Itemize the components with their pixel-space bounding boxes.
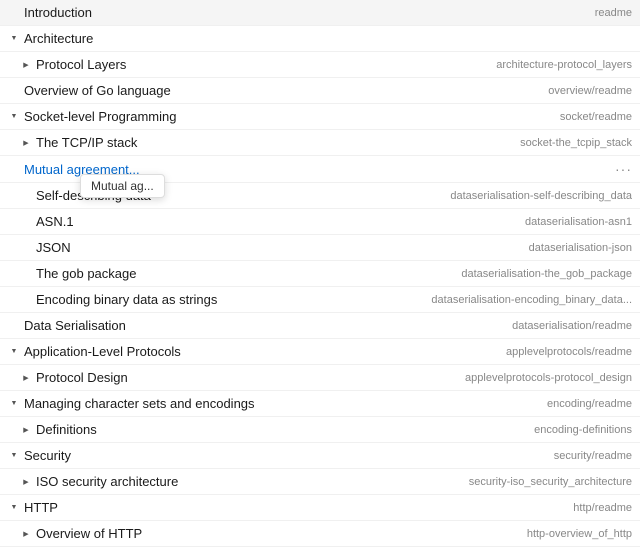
nav-item-left-introduction: Introduction bbox=[8, 5, 587, 20]
nav-item-iso-security[interactable]: ISO security architecture security-iso_se… bbox=[0, 469, 640, 495]
nav-item-route-gob: dataserialisation-the_gob_package bbox=[461, 268, 632, 280]
nav-item-label-protocol-layers: Protocol Layers bbox=[36, 57, 126, 72]
nav-item-left-overview-http: Overview of HTTP bbox=[20, 526, 519, 541]
nav-item-label-architecture: Architecture bbox=[24, 31, 93, 46]
nav-item-left-app-level: Application-Level Protocols bbox=[8, 344, 498, 359]
nav-item-overview-go[interactable]: Overview of Go language overview/readme bbox=[0, 78, 640, 104]
nav-item-route-data-serialisation: dataserialisation/readme bbox=[512, 320, 632, 332]
chevron-right-icon[interactable] bbox=[20, 476, 32, 488]
nav-item-route-managing-charsets: encoding/readme bbox=[547, 398, 632, 410]
chevron-right-icon[interactable] bbox=[20, 372, 32, 384]
chevron-down-icon[interactable] bbox=[8, 33, 20, 45]
nav-item-label-json: JSON bbox=[36, 240, 71, 255]
nav-item-left-socket-level: Socket-level Programming bbox=[8, 109, 552, 124]
nav-item-route-iso-security: security-iso_security_architecture bbox=[469, 476, 632, 488]
nav-item-http[interactable]: HTTP http/readme bbox=[0, 495, 640, 521]
nav-item-gob[interactable]: The gob package dataserialisation-the_gob… bbox=[0, 261, 640, 287]
nav-item-label-iso-security: ISO security architecture bbox=[36, 474, 178, 489]
nav-item-left-asn1: ASN.1 bbox=[20, 214, 517, 229]
nav-item-left-security: Security bbox=[8, 448, 546, 463]
chevron-down-icon[interactable] bbox=[8, 398, 20, 410]
nav-item-label-security: Security bbox=[24, 448, 71, 463]
nav-item-managing-charsets[interactable]: Managing character sets and encodings enc… bbox=[0, 391, 640, 417]
nav-item-left-protocol-layers: Protocol Layers bbox=[20, 57, 488, 72]
nav-item-label-data-serialisation: Data Serialisation bbox=[24, 318, 126, 333]
nav-item-definitions[interactable]: Definitions encoding-definitions bbox=[0, 417, 640, 443]
nav-item-route-tcpip: socket-the_tcpip_stack bbox=[520, 137, 632, 149]
nav-item-label-gob: The gob package bbox=[36, 266, 136, 281]
nav-item-left-data-serialisation: Data Serialisation bbox=[8, 318, 504, 333]
nav-item-label-introduction: Introduction bbox=[24, 5, 92, 20]
nav-item-route-overview-http: http-overview_of_http bbox=[527, 528, 632, 540]
navigation-list: Introduction readme Architecture Protocol L… bbox=[0, 0, 640, 547]
nav-item-label-overview-go: Overview of Go language bbox=[24, 83, 171, 98]
nav-item-asn1[interactable]: ASN.1 dataserialisation-asn1 bbox=[0, 209, 640, 235]
nav-item-introduction[interactable]: Introduction readme bbox=[0, 0, 640, 26]
nav-item-architecture[interactable]: Architecture bbox=[0, 26, 640, 52]
nav-item-left-managing-charsets: Managing character sets and encodings bbox=[8, 396, 539, 411]
chevron-right-icon[interactable] bbox=[20, 137, 32, 149]
nav-item-route-self-describing: dataserialisation-self-describing_data bbox=[450, 190, 632, 202]
chevron-right-icon[interactable] bbox=[20, 424, 32, 436]
nav-item-app-level[interactable]: Application-Level Protocols applevelproto… bbox=[0, 339, 640, 365]
chevron-down-icon[interactable] bbox=[8, 111, 20, 123]
nav-item-label-overview-http: Overview of HTTP bbox=[36, 526, 142, 541]
nav-item-left-architecture: Architecture bbox=[8, 31, 624, 46]
nav-item-route-protocol-design: applevelprotocols-protocol_design bbox=[465, 372, 632, 384]
nav-item-left-definitions: Definitions bbox=[20, 422, 526, 437]
chevron-down-icon[interactable] bbox=[8, 346, 20, 358]
nav-item-label-socket-level: Socket-level Programming bbox=[24, 109, 176, 124]
chevron-down-icon[interactable] bbox=[8, 502, 20, 514]
chevron-right-icon[interactable] bbox=[20, 528, 32, 540]
nav-item-route-introduction: readme bbox=[595, 7, 632, 19]
nav-item-route-json: dataserialisation-json bbox=[529, 242, 632, 254]
nav-item-label-definitions: Definitions bbox=[36, 422, 97, 437]
nav-item-label-protocol-design: Protocol Design bbox=[36, 370, 128, 385]
nav-item-route-overview-go: overview/readme bbox=[548, 85, 632, 97]
nav-item-protocol-layers[interactable]: Protocol Layers architecture-protocol_lay… bbox=[0, 52, 640, 78]
chevron-right-icon[interactable] bbox=[20, 59, 32, 71]
nav-item-label-asn1: ASN.1 bbox=[36, 214, 74, 229]
nav-item-left-gob: The gob package bbox=[20, 266, 453, 281]
nav-item-label-managing-charsets: Managing character sets and encodings bbox=[24, 396, 255, 411]
nav-item-label-tcpip: The TCP/IP stack bbox=[36, 135, 137, 150]
nav-item-route-socket-level: socket/readme bbox=[560, 111, 632, 123]
nav-item-tcpip[interactable]: The TCP/IP stack socket-the_tcpip_stack bbox=[0, 130, 640, 156]
nav-item-route-mutual-agreement: ··· bbox=[615, 161, 632, 177]
nav-item-label-encoding-binary: Encoding binary data as strings bbox=[36, 292, 217, 307]
nav-item-route-app-level: applevelprotocols/readme bbox=[506, 346, 632, 358]
nav-item-left-http: HTTP bbox=[8, 500, 565, 515]
nav-item-route-definitions: encoding-definitions bbox=[534, 424, 632, 436]
nav-item-mutual-agreement[interactable]: Mutual agreement...Mutual ag...··· bbox=[0, 156, 640, 183]
nav-item-route-encoding-binary: dataserialisation-encoding_binary_data..… bbox=[431, 294, 632, 306]
chevron-down-icon[interactable] bbox=[8, 450, 20, 462]
nav-item-label-http: HTTP bbox=[24, 500, 58, 515]
nav-item-left-iso-security: ISO security architecture bbox=[20, 474, 461, 489]
nav-item-left-mutual-agreement: Mutual agreement...Mutual ag... bbox=[8, 162, 615, 177]
nav-item-route-protocol-layers: architecture-protocol_layers bbox=[496, 59, 632, 71]
nav-item-data-serialisation[interactable]: Data Serialisation dataserialisation/read… bbox=[0, 313, 640, 339]
nav-item-label-app-level: Application-Level Protocols bbox=[24, 344, 181, 359]
nav-item-socket-level[interactable]: Socket-level Programming socket/readme bbox=[0, 104, 640, 130]
nav-item-protocol-design[interactable]: Protocol Design applevelprotocols-protoco… bbox=[0, 365, 640, 391]
nav-item-encoding-binary[interactable]: Encoding binary data as strings dataseria… bbox=[0, 287, 640, 313]
nav-item-left-encoding-binary: Encoding binary data as strings bbox=[20, 292, 423, 307]
nav-item-left-overview-go: Overview of Go language bbox=[8, 83, 540, 98]
nav-item-left-tcpip: The TCP/IP stack bbox=[20, 135, 512, 150]
nav-item-route-security: security/readme bbox=[554, 450, 632, 462]
nav-item-left-protocol-design: Protocol Design bbox=[20, 370, 457, 385]
tooltip-popup: Mutual ag... bbox=[80, 174, 165, 198]
nav-item-route-http: http/readme bbox=[573, 502, 632, 514]
nav-item-security[interactable]: Security security/readme bbox=[0, 443, 640, 469]
nav-item-left-json: JSON bbox=[20, 240, 521, 255]
nav-item-json[interactable]: JSON dataserialisation-json bbox=[0, 235, 640, 261]
nav-item-route-asn1: dataserialisation-asn1 bbox=[525, 216, 632, 228]
